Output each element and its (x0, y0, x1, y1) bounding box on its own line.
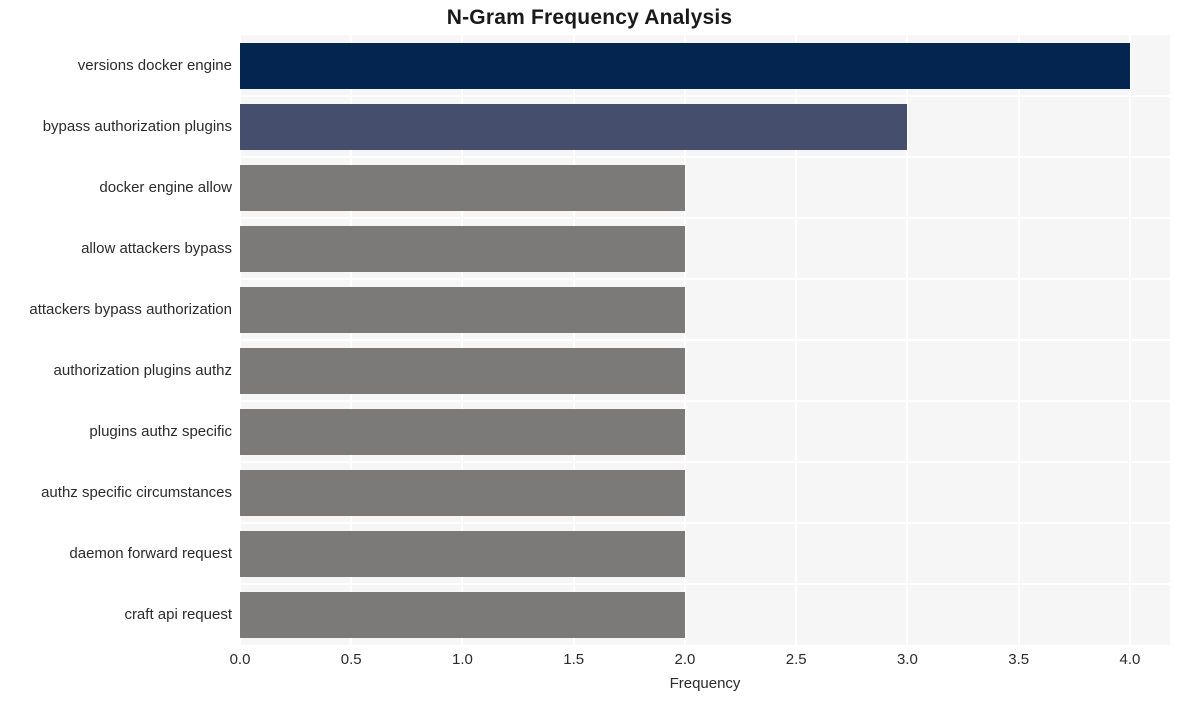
x-axis-tick-label: 3.5 (1008, 651, 1030, 668)
x-axis-label: Frequency (669, 675, 741, 692)
x-axis-tick-label: 1.0 (452, 651, 473, 668)
x-axis-tick-label: 3.0 (897, 651, 918, 668)
x-axis-tick-label: 2.0 (674, 651, 696, 668)
chart-figure: N-Gram Frequency Analysis versions docke… (0, 0, 1179, 701)
x-axis-tick-label: 4.0 (1119, 651, 1141, 668)
x-axis-tick-label: 0.5 (340, 651, 362, 668)
x-axis-tick-labels: 0.0 0.5 1.0 1.5 2.0 2.5 3.0 3.5 4.0 (0, 0, 1179, 701)
x-axis-tick-label: 1.5 (563, 651, 585, 668)
x-axis-tick-label: 2.5 (785, 651, 807, 668)
x-axis-tick-label: 0.0 (229, 651, 251, 668)
